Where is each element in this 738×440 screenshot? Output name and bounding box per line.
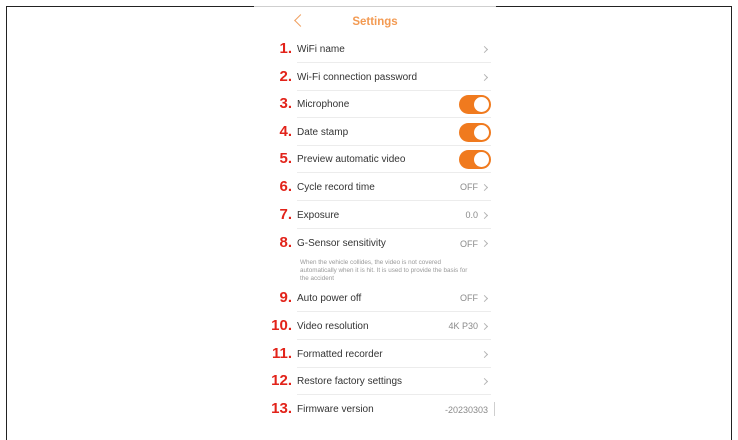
chevron-right-icon <box>480 239 489 248</box>
firmware-value: -20230303 <box>444 404 488 415</box>
item-number: 1. <box>279 40 292 57</box>
item-number: 5. <box>279 150 292 167</box>
item-number: 10. <box>271 317 292 334</box>
exposure-row[interactable]: Exposure 0.0 <box>297 202 491 229</box>
row-label: Wi-Fi connection password <box>297 71 418 83</box>
wifi-name-row[interactable]: WiFi name <box>297 36 491 63</box>
item-number: 9. <box>279 289 292 306</box>
date-stamp-row: Date stamp <box>297 119 491 146</box>
restore-factory-row[interactable]: Restore factory settings <box>297 368 491 395</box>
microphone-toggle[interactable] <box>459 94 491 114</box>
microphone-row: Microphone <box>297 91 491 118</box>
preview-video-toggle[interactable] <box>459 149 491 169</box>
row-label: Restore factory settings <box>297 375 403 387</box>
row-label: Date stamp <box>297 126 349 138</box>
g-sensor-row[interactable]: G-Sensor sensitivity OFF <box>297 230 491 257</box>
toggle-knob <box>474 124 489 140</box>
page-title: Settings <box>352 16 398 28</box>
row-label: WiFi name <box>297 43 345 55</box>
row-label: Preview automatic video <box>297 153 406 165</box>
row-label: Video resolution <box>297 320 369 332</box>
item-number: 11. <box>271 345 292 362</box>
chevron-right-icon <box>480 294 489 302</box>
toggle-knob <box>474 96 489 112</box>
row-label: Formatted recorder <box>297 348 383 360</box>
row-label: Exposure <box>297 209 340 221</box>
firmware-version-row: Firmware version -20230303 <box>297 396 491 423</box>
date-stamp-toggle[interactable] <box>459 122 491 142</box>
g-sensor-description: When the vehicle collides, the video is … <box>300 259 468 282</box>
item-number: 4. <box>279 123 292 140</box>
row-value: OFF <box>460 238 478 249</box>
item-number: 13. <box>271 400 292 417</box>
item-number: 8. <box>279 234 292 251</box>
item-number: 12. <box>271 372 292 389</box>
header-bar: Settings <box>254 7 496 37</box>
item-number: 3. <box>279 95 292 112</box>
wifi-password-row[interactable]: Wi-Fi connection password <box>297 64 491 91</box>
row-value: OFF <box>460 293 478 303</box>
toggle-knob <box>474 151 489 167</box>
divider <box>494 402 495 416</box>
chevron-right-icon <box>480 377 489 385</box>
back-chevron-icon[interactable] <box>294 14 307 27</box>
row-value: 0.0 <box>465 210 478 220</box>
item-number: 2. <box>279 68 292 85</box>
row-label: Firmware version <box>297 404 374 415</box>
row-label: Microphone <box>297 98 350 110</box>
chevron-right-icon <box>480 211 489 219</box>
preview-video-row: Preview automatic video <box>297 146 491 173</box>
item-number: 7. <box>279 206 292 223</box>
formatted-recorder-row[interactable]: Formatted recorder <box>297 341 491 368</box>
cycle-record-time-row[interactable]: Cycle record time OFF <box>297 174 491 201</box>
auto-power-off-row[interactable]: Auto power off OFF <box>297 285 491 312</box>
chevron-right-icon <box>480 322 489 330</box>
chevron-right-icon <box>480 183 489 191</box>
chevron-right-icon <box>480 350 489 358</box>
video-resolution-row[interactable]: Video resolution 4K P30 <box>297 313 491 340</box>
item-number: 6. <box>279 178 292 195</box>
row-label: Auto power off <box>297 292 362 304</box>
chevron-right-icon <box>480 73 489 81</box>
chevron-right-icon <box>480 45 489 53</box>
row-value: OFF <box>460 182 478 192</box>
row-label: G-Sensor sensitivity <box>297 238 386 249</box>
row-label: Cycle record time <box>297 181 375 193</box>
row-value: 4K P30 <box>448 321 478 331</box>
